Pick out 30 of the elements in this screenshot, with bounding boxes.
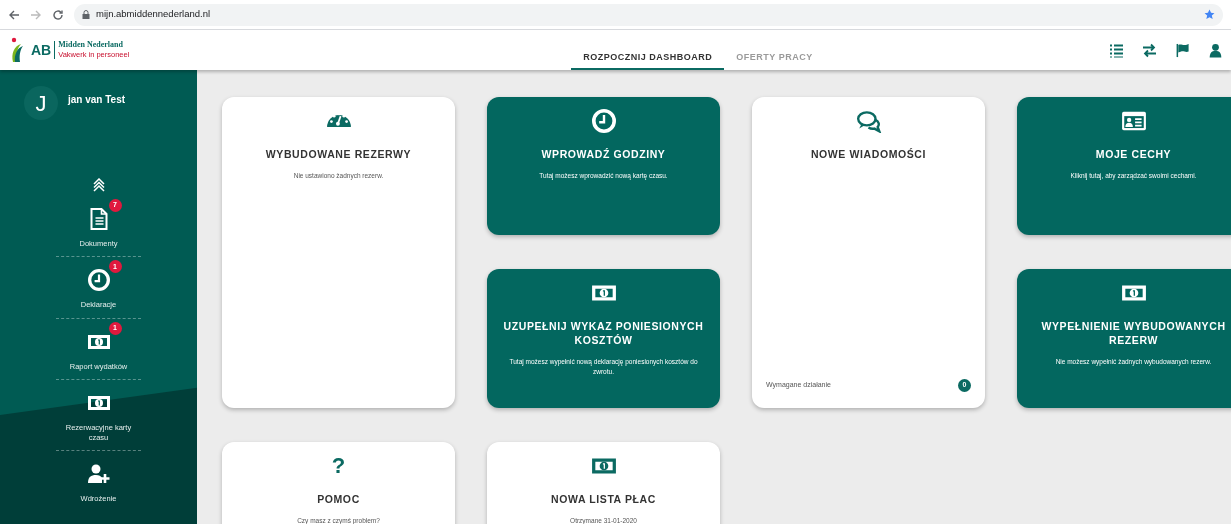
user-icon[interactable] xyxy=(1208,42,1223,58)
address-bar[interactable]: mijn.abmiddennederland.nl xyxy=(74,3,1223,26)
card-title: UZUPEŁNIJ WYKAZ PONIESIONYCH KOSZTÓW xyxy=(502,319,705,348)
card-title: POMOC xyxy=(317,492,360,507)
star-icon[interactable] xyxy=(1204,9,1215,20)
card-title: WYBUDOWANE REZERWY xyxy=(265,147,412,162)
help-icon: ? xyxy=(331,454,346,478)
user-name: jan van Test xyxy=(68,93,126,107)
id-card-icon xyxy=(1120,109,1147,133)
add-user-icon xyxy=(86,462,111,485)
lock-icon xyxy=(82,10,90,19)
chat-icon xyxy=(855,109,882,133)
flag-icon[interactable] xyxy=(1175,42,1190,58)
url-text: mijn.abmiddennederland.nl xyxy=(96,7,211,22)
clock-icon xyxy=(86,269,111,292)
arrows-icon[interactable] xyxy=(1142,42,1157,58)
list-icon[interactable] xyxy=(1109,42,1124,58)
reload-icon[interactable] xyxy=(52,8,64,21)
clock-icon xyxy=(590,109,617,133)
card-title: NOWE WIADOMOŚCI xyxy=(810,147,927,162)
user-avatar[interactable]: J xyxy=(24,86,58,120)
card-title: WPROWADŹ GODZINY xyxy=(541,147,666,162)
collapse-chevron-icon[interactable] xyxy=(92,178,105,192)
card-title: WYPEŁNIENIE WYBUDOWANYCH REZERW xyxy=(1040,319,1227,348)
logo-name: Midden Nederland xyxy=(58,41,124,50)
back-icon[interactable] xyxy=(8,8,20,21)
tab[interactable]: ROZPOCZNIJ DASHBOARD xyxy=(571,50,725,70)
logo-text: AB xyxy=(31,40,52,60)
card-title: NOWA LISTA PŁAC xyxy=(551,492,656,507)
card-title: MOJE CECHY xyxy=(1095,147,1172,162)
